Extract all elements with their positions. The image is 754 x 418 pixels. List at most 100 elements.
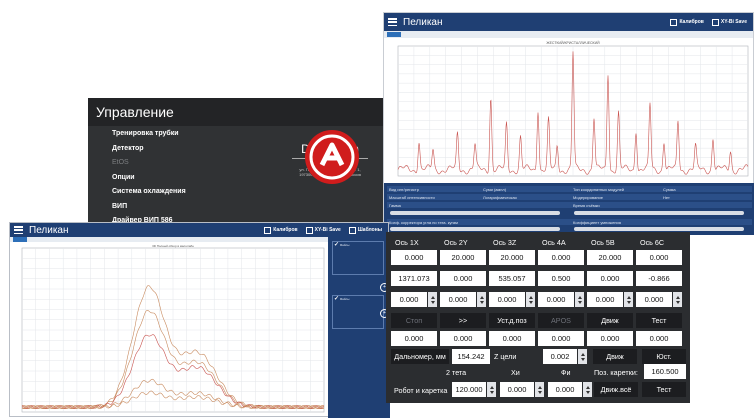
templates-icon (348, 226, 356, 234)
robot-value-input[interactable]: 120.000 (452, 382, 486, 397)
spinner-arrows-icon[interactable] (428, 292, 437, 307)
file-entry-label: Файлы (339, 297, 350, 301)
carriage-position-label: Поз. каретки: (594, 368, 638, 377)
spinner-arrows-icon[interactable] (578, 349, 587, 364)
axis-current-value: 0.000 (391, 250, 437, 265)
menu-icon[interactable] (388, 18, 397, 26)
spectrum-window-top: Пеликан Калибров XY-Bi Save ЖЕСТКИЙ/КРИС… (383, 12, 754, 235)
calibrate-button[interactable]: Калибров (670, 18, 704, 26)
settings-row: Масштаб интенсивности Логарифмическая Мо… (387, 194, 752, 200)
settings-option[interactable]: Сумма (663, 187, 676, 192)
two-theta-label: 2 тета (446, 368, 467, 377)
axis-target-value: 0.000 (538, 331, 584, 346)
spinner-arrows-icon[interactable] (673, 292, 682, 307)
templates-label: Шаблоны (357, 227, 382, 233)
phi-value-input[interactable]: 0.000 (548, 382, 582, 397)
axis-target-value: 0.000 (391, 331, 437, 346)
calibrate-button[interactable]: Калибров (264, 226, 298, 234)
window-title: Пеликан (403, 16, 443, 28)
menu-item-cooling[interactable]: Система охлаждения (112, 188, 207, 203)
exposure-slider[interactable] (574, 211, 744, 215)
file-entry[interactable]: ✓ Файлы (332, 241, 384, 275)
save-button[interactable]: XY-Bi Save (305, 226, 341, 234)
multiplier-slider[interactable] (574, 227, 744, 231)
spinner-arrows-icon[interactable] (526, 292, 535, 307)
motor-control-panel: Ось 1Х Ось 2Y Ось 3Z Ось 4A Ось 5B Ось 6C 0.00… (386, 232, 690, 403)
axis-step-input[interactable]: 0.000 (587, 292, 623, 307)
axis-step-input[interactable]: 0.000 (538, 292, 574, 307)
settings-row: Вид инт/регистр Суми (ампл) Тип координа… (387, 186, 752, 192)
axis-step-input[interactable]: 0.000 (440, 292, 476, 307)
menu-item-etos[interactable]: EtOS (112, 159, 207, 174)
axis-step-input[interactable]: 0.000 (489, 292, 525, 307)
menu-item-hvps[interactable]: ВИП (112, 203, 207, 218)
settings-row: Коэф. корректора угла по тэта. кугам Коэ… (387, 219, 752, 225)
tab-active[interactable] (387, 32, 401, 37)
spinner-arrows-icon[interactable] (575, 292, 584, 307)
axis-position-value: 0.500 (538, 271, 584, 286)
axis-header: Ось 4A (542, 238, 566, 247)
plot-settings-panel: Вид инт/регистр Суми (ампл) Тип координа… (384, 183, 754, 235)
axis-header: Ось 2Y (444, 238, 468, 247)
axis-header: Ось 5B (591, 238, 615, 247)
axis-position-value: 0.000 (440, 271, 486, 286)
menu-item-options[interactable]: Опции (112, 174, 207, 189)
save-button[interactable]: XY-Bi Save (711, 18, 747, 26)
angle-correction-slider[interactable] (390, 227, 560, 231)
range-finder-button[interactable]: Дальномер, мм (391, 349, 449, 364)
spinner-arrows-icon[interactable] (487, 382, 496, 397)
calibrate-label: Калибров (273, 227, 298, 233)
menu-item-tube-training[interactable]: Тренировка трубки (112, 130, 207, 145)
settings-option[interactable]: Логарифмическая (483, 195, 517, 200)
gamma-slider[interactable] (390, 211, 560, 215)
settings-option[interactable]: Суми (ампл) (483, 187, 506, 192)
file-check-icon: ✓ (334, 296, 340, 302)
test-button[interactable]: Тест (636, 313, 682, 328)
adjust-button[interactable]: Юст. (642, 349, 686, 364)
set-position-button[interactable]: Уст.д.поз (489, 313, 535, 328)
z-move-button[interactable]: Движ (593, 349, 637, 364)
stop-button[interactable]: Стоп (391, 313, 437, 328)
settings-label: Коэффициент умножения (573, 220, 621, 225)
file-entry[interactable]: ✓ Файлы (332, 295, 384, 329)
phi-label: Фи (561, 368, 571, 377)
settings-label: Время съёмки (573, 203, 600, 208)
menu-icon[interactable] (14, 226, 23, 234)
settings-row: Гамма Время съёмки (387, 202, 752, 208)
window-titlebar: Пеликан Калибров XY-Bi Save Шаблоны (10, 223, 388, 237)
apos-select[interactable]: APOS (538, 313, 584, 328)
spinner-arrows-icon[interactable] (624, 292, 633, 307)
axis-current-value: 0.000 (538, 250, 584, 265)
axis-current-value: 20.000 (587, 250, 633, 265)
settings-option[interactable]: Нет (663, 195, 670, 200)
axis-current-value: 20.000 (489, 250, 535, 265)
templates-button[interactable]: Шаблоны (348, 226, 382, 234)
move-button[interactable]: Движ (587, 313, 633, 328)
settings-label: Коэф. корректора угла по тэта. кугам (389, 220, 458, 225)
menu-item-detector[interactable]: Детектор (112, 145, 207, 160)
save-icon (305, 226, 313, 234)
calibrate-icon (670, 18, 678, 26)
chi-label: Хи (511, 368, 520, 377)
move-all-button[interactable]: Движ.всё (594, 382, 638, 397)
save-label: XY-Bi Save (314, 227, 341, 233)
spinner-arrows-icon[interactable] (477, 292, 486, 307)
robot-carriage-label: Робот и каретка (394, 386, 448, 395)
spinner-arrows-icon[interactable] (583, 382, 592, 397)
axis-current-value: 0.000 (636, 250, 682, 265)
file-entry-label: Файлы (339, 243, 350, 247)
axis-header: Ось 3Z (493, 238, 517, 247)
axis-step-input[interactable]: 0.000 (636, 292, 672, 307)
carriage-position-value: 160.500 (644, 364, 686, 379)
axis-target-value: 0.000 (440, 331, 486, 346)
axis-current-value: 20.000 (440, 250, 486, 265)
control-menu: Тренировка трубки Детектор EtOS Опции Си… (112, 130, 207, 232)
settings-label: Тип координатных модулей (573, 187, 625, 192)
test-all-button[interactable]: Тест (642, 382, 686, 397)
forward-button[interactable]: >> (440, 313, 486, 328)
axis-step-input[interactable]: 0.000 (391, 292, 427, 307)
calibrate-label: Калибров (679, 19, 704, 25)
spinner-arrows-icon[interactable] (535, 382, 544, 397)
chi-value-input[interactable]: 0.000 (500, 382, 534, 397)
z-target-input[interactable]: 0.002 (543, 349, 577, 364)
